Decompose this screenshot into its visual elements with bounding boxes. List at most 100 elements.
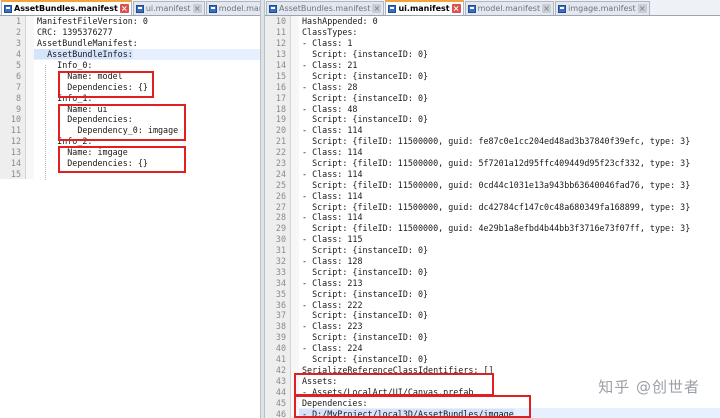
fold-margin[interactable] — [26, 114, 34, 125]
fold-margin[interactable] — [291, 320, 299, 332]
left-tab-0[interactable]: AssetBundles.manifest × — [1, 0, 132, 15]
fold-margin[interactable] — [291, 37, 299, 49]
code-line[interactable]: 34 - Class: 213 — [265, 277, 720, 289]
fold-margin[interactable] — [26, 103, 34, 115]
fold-margin[interactable] — [26, 37, 34, 49]
fold-margin[interactable] — [291, 331, 299, 343]
close-icon[interactable]: × — [637, 4, 647, 13]
fold-margin[interactable] — [26, 59, 34, 71]
right-tab-3[interactable]: imgage.manifest × — [555, 1, 650, 15]
fold-margin[interactable] — [291, 135, 299, 147]
left-code-editor[interactable]: 1 ManifestFileVersion: 0 2 CRC: 1395376277 3… — [0, 16, 260, 418]
close-icon[interactable]: × — [451, 4, 461, 13]
right-tab-0[interactable]: AssetBundles.manifest × — [266, 1, 385, 15]
close-icon[interactable]: × — [372, 4, 382, 13]
fold-margin[interactable] — [291, 353, 299, 365]
fold-margin[interactable] — [291, 146, 299, 158]
fold-margin[interactable] — [291, 81, 299, 93]
close-icon[interactable]: × — [542, 4, 552, 13]
fold-margin[interactable] — [291, 375, 299, 387]
code-line[interactable]: 3 AssetBundleManifest: — [0, 37, 260, 49]
code-line[interactable]: 15 Script: {instanceID: 0} — [265, 70, 720, 82]
code-line[interactable]: 2 CRC: 1395376277 — [0, 26, 260, 38]
code-line[interactable]: 20 - Class: 114 — [265, 124, 720, 136]
code-line[interactable]: 10 HashAppended: 0 — [265, 16, 720, 27]
fold-margin[interactable] — [291, 266, 299, 278]
fold-margin[interactable] — [291, 233, 299, 245]
code-line[interactable]: 9 Name: ui — [0, 103, 260, 115]
code-line[interactable]: 6 Name: model — [0, 70, 260, 82]
code-line[interactable]: 33 Script: {instanceID: 0} — [265, 266, 720, 278]
code-line[interactable]: 15 — [0, 168, 260, 180]
fold-margin[interactable] — [26, 168, 34, 180]
fold-margin[interactable] — [291, 277, 299, 289]
code-line[interactable]: 46 - D:/MyProject/local3D/AssetBundles/im… — [265, 408, 720, 418]
fold-margin[interactable] — [291, 397, 299, 409]
fold-margin[interactable] — [291, 299, 299, 311]
fold-margin[interactable] — [291, 288, 299, 300]
code-line[interactable]: 11 ClassTypes: — [265, 26, 720, 38]
code-line[interactable]: 7 Dependencies: {} — [0, 81, 260, 93]
code-line[interactable]: 29 Script: {fileID: 11500000, guid: 4e29… — [265, 222, 720, 234]
code-line[interactable]: 37 Script: {instanceID: 0} — [265, 310, 720, 321]
close-icon[interactable]: × — [119, 4, 129, 13]
fold-margin[interactable] — [26, 16, 34, 27]
right-code-editor[interactable]: 10 HashAppended: 0 11 ClassTypes: 12 - Class:… — [265, 16, 720, 418]
code-line[interactable]: 12 - Class: 1 — [265, 37, 720, 49]
fold-margin[interactable] — [26, 135, 34, 147]
fold-margin[interactable] — [291, 26, 299, 38]
fold-margin[interactable] — [291, 103, 299, 115]
fold-margin[interactable] — [291, 190, 299, 202]
fold-margin[interactable] — [26, 70, 34, 82]
code-line[interactable]: 10 Dependencies: — [0, 114, 260, 125]
code-line[interactable]: 39 Script: {instanceID: 0} — [265, 331, 720, 343]
code-line[interactable]: 32 - Class: 128 — [265, 255, 720, 267]
code-line[interactable]: 24 - Class: 114 — [265, 168, 720, 180]
fold-margin[interactable] — [291, 244, 299, 256]
code-line[interactable]: 30 - Class: 115 — [265, 233, 720, 245]
code-line[interactable]: 14 - Class: 21 — [265, 59, 720, 71]
code-line[interactable]: 16 - Class: 28 — [265, 81, 720, 93]
code-line[interactable]: 27 Script: {fileID: 11500000, guid: dc42… — [265, 201, 720, 213]
fold-margin[interactable] — [291, 255, 299, 267]
code-line[interactable]: 5 Info_0: — [0, 59, 260, 71]
right-tab-2[interactable]: model.manifest × — [464, 1, 555, 15]
code-line[interactable]: 42 SerializeReferenceClassIdentifiers: [] — [265, 364, 720, 376]
fold-margin[interactable] — [291, 59, 299, 71]
fold-margin[interactable] — [291, 386, 299, 398]
code-line[interactable]: 45 Dependencies: — [265, 397, 720, 409]
fold-margin[interactable] — [291, 157, 299, 169]
fold-margin[interactable] — [291, 16, 299, 27]
code-line[interactable]: 26 - Class: 114 — [265, 190, 720, 202]
fold-margin[interactable] — [26, 26, 34, 38]
fold-margin[interactable] — [291, 48, 299, 60]
code-line[interactable]: 12 Info_2: — [0, 135, 260, 147]
code-line[interactable]: 13 Name: imgage — [0, 146, 260, 158]
fold-margin[interactable] — [291, 310, 299, 321]
fold-margin[interactable] — [26, 92, 34, 104]
fold-margin[interactable] — [291, 92, 299, 104]
fold-margin[interactable] — [291, 201, 299, 213]
fold-margin[interactable] — [291, 212, 299, 223]
code-line[interactable]: 31 Script: {instanceID: 0} — [265, 244, 720, 256]
code-line[interactable]: 35 Script: {instanceID: 0} — [265, 288, 720, 300]
code-line[interactable]: 41 Script: {instanceID: 0} — [265, 353, 720, 365]
fold-margin[interactable] — [291, 70, 299, 82]
fold-margin[interactable] — [26, 48, 34, 60]
fold-margin[interactable] — [291, 168, 299, 180]
code-line[interactable]: 18 - Class: 48 — [265, 103, 720, 115]
code-line[interactable]: 40 - Class: 224 — [265, 342, 720, 354]
fold-margin[interactable] — [26, 157, 34, 169]
left-tab-2[interactable]: model.manifest× — [205, 1, 260, 15]
code-line[interactable]: 36 - Class: 222 — [265, 299, 720, 311]
fold-margin[interactable] — [26, 124, 34, 136]
code-line[interactable]: 1 ManifestFileVersion: 0 — [0, 16, 260, 27]
fold-margin[interactable] — [26, 81, 34, 93]
code-line[interactable]: 23 Script: {fileID: 11500000, guid: 5f72… — [265, 157, 720, 169]
code-line[interactable]: 13 Script: {instanceID: 0} — [265, 48, 720, 60]
code-line[interactable]: 21 Script: {fileID: 11500000, guid: fe87… — [265, 135, 720, 147]
fold-margin[interactable] — [291, 364, 299, 376]
code-line[interactable]: 8 Info_1: — [0, 92, 260, 104]
fold-margin[interactable] — [26, 146, 34, 158]
code-line[interactable]: 4 AssetBundleInfos: — [0, 48, 260, 60]
